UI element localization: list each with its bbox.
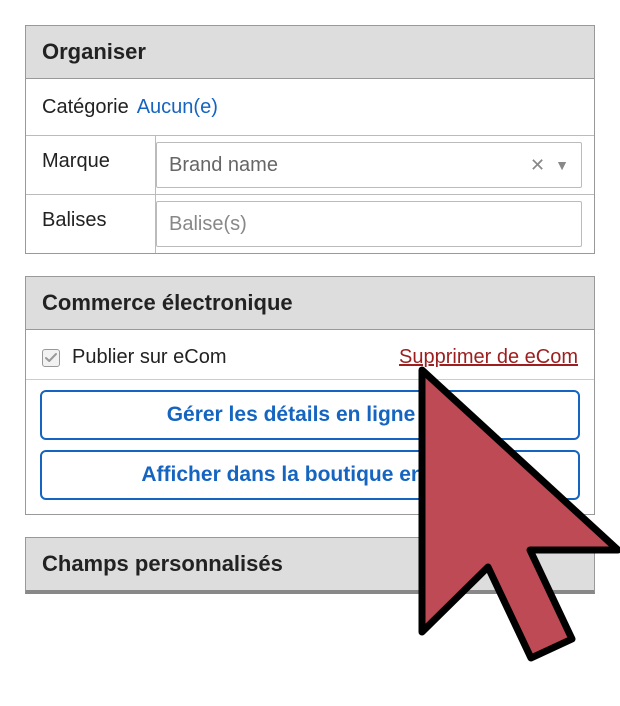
category-label: Catégorie: [42, 96, 129, 119]
tags-row: Balises: [26, 194, 594, 253]
chevron-down-icon: ▼: [555, 157, 569, 173]
brand-label: Marque: [26, 136, 156, 194]
category-link[interactable]: Aucun(e): [137, 96, 218, 119]
ecom-publish-row: Publier sur eCom Supprimer de eCom: [40, 344, 580, 379]
delete-ecom-link[interactable]: Supprimer de eCom: [399, 346, 578, 369]
category-row: Catégorie Aucun(e): [26, 79, 594, 135]
tags-input[interactable]: [156, 201, 582, 247]
publish-checkbox[interactable]: [42, 349, 60, 367]
custom-fields-header: Champs personnalisés: [26, 538, 594, 590]
brand-value: Brand name: [169, 154, 520, 177]
clear-icon[interactable]: ✕: [530, 155, 545, 176]
brand-row: Marque Brand name ✕ ▼: [26, 135, 594, 194]
manage-online-button[interactable]: Gérer les détails en ligne: [40, 390, 580, 440]
brand-select[interactable]: Brand name ✕ ▼: [156, 142, 582, 188]
organize-panel: Organiser Catégorie Aucun(e) Marque Bran…: [25, 25, 595, 254]
manage-online-label: Gérer les détails en ligne: [167, 403, 416, 427]
external-link-icon: [431, 401, 453, 429]
organize-header: Organiser: [26, 26, 594, 79]
custom-fields-panel: Champs personnalisés: [25, 537, 595, 594]
publish-label: Publier sur eCom: [72, 346, 227, 369]
view-in-shop-label: Afficher dans la boutique en ligne: [141, 463, 478, 487]
view-in-shop-button[interactable]: Afficher dans la boutique en ligne: [40, 450, 580, 500]
ecom-panel: Commerce électronique Publier sur eCom S…: [25, 276, 595, 515]
ecom-header: Commerce électronique: [26, 277, 594, 330]
check-icon: [45, 352, 57, 364]
tags-label: Balises: [26, 195, 156, 253]
